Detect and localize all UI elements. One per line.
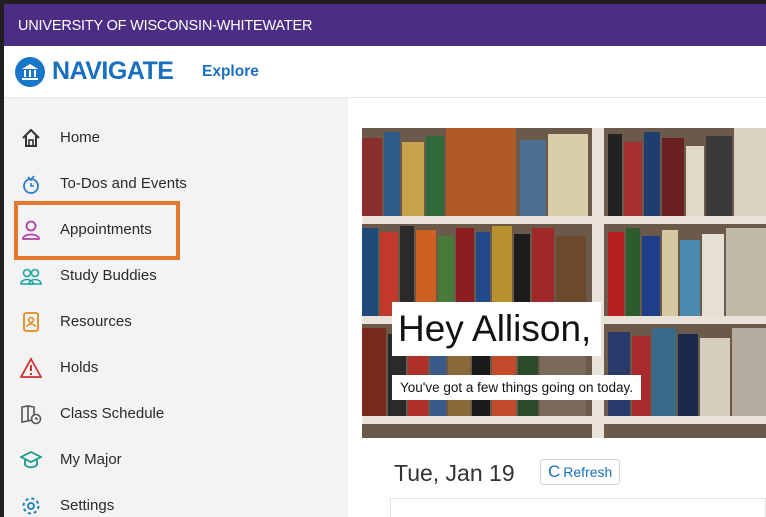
refresh-icon: C	[548, 462, 561, 481]
schedule-icon	[21, 405, 42, 425]
sidebar-item-class-schedule[interactable]: Class Schedule	[4, 394, 348, 434]
sidebar-item-settings[interactable]: Settings	[4, 486, 348, 517]
sidebar-nav: Home To-Dos and Events Appointments Stud…	[4, 98, 348, 517]
bookshelf-hero-image: Hey Allison, You've got a few things goi…	[362, 128, 766, 438]
explore-link[interactable]: Explore	[202, 63, 259, 81]
events-panel	[390, 498, 766, 517]
gear-icon	[22, 497, 40, 515]
refresh-button[interactable]: C Refresh	[540, 459, 621, 485]
current-date: Tue, Jan 19	[394, 460, 515, 486]
university-banner: UNIVERSITY OF WISCONSIN-WHITEWATER	[4, 4, 766, 46]
navigate-logo-icon[interactable]	[15, 57, 45, 87]
sidebar-item-study-buddies[interactable]: Study Buddies	[4, 256, 348, 296]
todos-icon	[23, 175, 39, 194]
refresh-label: Refresh	[563, 464, 613, 480]
sidebar-item-label: My Major	[60, 451, 122, 468]
greeting-heading: Hey Allison,	[392, 302, 602, 356]
sidebar-item-my-major[interactable]: My Major	[4, 440, 348, 480]
top-navbar: NAVIGATE Explore	[4, 46, 766, 98]
warning-icon	[20, 357, 42, 378]
sidebar-item-label: Holds	[60, 359, 99, 376]
sidebar-item-label: Class Schedule	[60, 405, 165, 422]
sidebar-item-label: Study Buddies	[60, 267, 157, 284]
navigate-logo-text[interactable]: NAVIGATE	[52, 57, 174, 86]
sidebar-item-label: Settings	[60, 497, 115, 514]
appointments-highlight-box	[14, 201, 180, 260]
sidebar-item-todos[interactable]: To-Dos and Events	[4, 164, 348, 204]
main-content: Hey Allison, You've got a few things goi…	[348, 98, 766, 517]
greeting-subtitle: You've got a few things going on today.	[392, 375, 642, 400]
graduation-cap-icon	[20, 450, 42, 469]
group-icon	[20, 268, 42, 285]
sidebar-item-label: Home	[60, 129, 101, 146]
university-name: UNIVERSITY OF WISCONSIN-WHITEWATER	[18, 18, 313, 34]
sidebar-item-resources[interactable]: Resources	[4, 302, 348, 342]
resources-icon	[23, 312, 39, 332]
sidebar-item-label: To-Dos and Events	[60, 175, 187, 192]
sidebar-item-label: Resources	[60, 313, 132, 330]
home-icon	[22, 128, 40, 147]
sidebar-item-holds[interactable]: Holds	[4, 348, 348, 388]
sidebar-item-home[interactable]: Home	[4, 118, 348, 158]
